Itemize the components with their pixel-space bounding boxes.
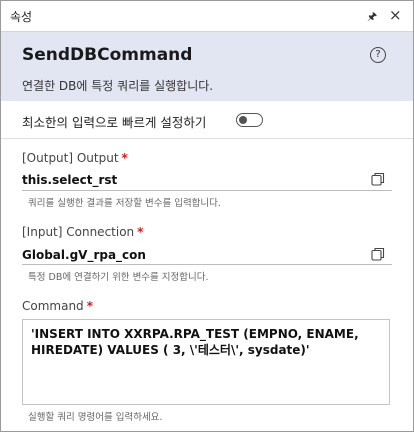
panel-title: 속성	[10, 10, 33, 24]
required-mark: *	[137, 225, 144, 239]
copy-icon[interactable]	[371, 172, 385, 186]
command-text: 'INSERT INTO XXRPA.RPA_TEST (EMPNO, ENAM…	[31, 327, 359, 357]
connection-field-label: [Input] Connection *	[22, 225, 143, 239]
connection-field-underline	[22, 264, 392, 265]
properties-panel: 속성 🖈 × SendDBCommand ? 연결한 DB에 특정 쿼리를 실행…	[0, 0, 414, 432]
command-name: SendDBCommand	[22, 45, 193, 65]
connection-field-hint: 특정 DB에 연결하기 위한 변수를 지정합니다.	[28, 272, 209, 283]
output-field-hint: 쿼리를 실행한 결과를 저장할 변수를 입력합니다.	[28, 198, 221, 209]
command-header: SendDBCommand ? 연결한 DB에 특정 쿼리를 실행합니다.	[1, 32, 413, 101]
required-mark: *	[86, 299, 93, 313]
output-field-value[interactable]: this.select_rst	[22, 173, 117, 187]
command-label-text: Command	[22, 299, 84, 313]
panel-titlebar: 속성 🖈 ×	[1, 1, 413, 32]
help-icon[interactable]: ?	[370, 47, 386, 63]
connection-label-text: [Input] Connection	[22, 225, 135, 239]
quick-setup-toggle[interactable]	[236, 113, 263, 127]
quick-setup-row: 최소한의 입력으로 빠르게 설정하기	[1, 102, 413, 139]
output-field-underline	[22, 190, 392, 191]
output-label-text: [Output] Output	[22, 151, 119, 165]
copy-icon[interactable]	[371, 247, 385, 261]
required-mark: *	[121, 151, 128, 165]
output-field-label: [Output] Output *	[22, 151, 128, 165]
connection-field-value[interactable]: Global.gV_rpa_con	[22, 248, 146, 262]
command-field-hint: 실행할 쿼리 명령어를 입력하세요.	[28, 412, 163, 423]
pin-icon[interactable]: 🖈	[367, 8, 377, 27]
close-icon[interactable]: ×	[389, 6, 402, 24]
command-description: 연결한 DB에 특정 쿼리를 실행합니다.	[22, 79, 214, 93]
quick-setup-label: 최소한의 입력으로 빠르게 설정하기	[22, 115, 207, 130]
toggle-knob	[239, 116, 247, 124]
command-textarea[interactable]: 'INSERT INTO XXRPA.RPA_TEST (EMPNO, ENAM…	[22, 319, 390, 405]
command-field-label: Command *	[22, 299, 93, 313]
